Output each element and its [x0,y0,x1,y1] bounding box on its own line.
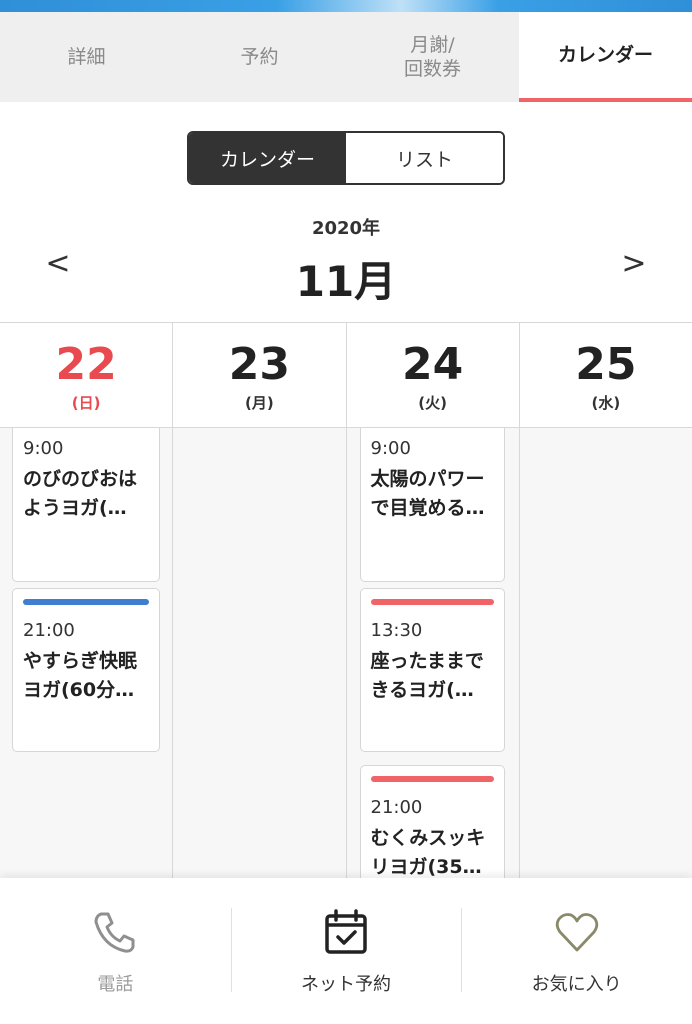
event-time: 13:30 [370,620,423,641]
net-booking-button[interactable]: ネット予約 [230,878,462,1024]
tab-calendar[interactable]: カレンダー [519,12,692,102]
event-card[interactable]: 9:00 のびのびおはようヨガ(… [12,428,160,582]
day-number: 23 [228,339,290,390]
tab-bar: 詳細 予約 月謝/ 回数券 カレンダー [0,12,692,102]
favorite-button[interactable]: お気に入り [461,878,692,1024]
event-card[interactable]: 21:00 やすらぎ快眠ヨガ(60分… [12,588,160,752]
event-name: 太陽のパワーで目覚める… [370,468,485,519]
day-header-22[interactable]: 22 (日) [0,323,174,427]
day-header-23[interactable]: 23 (月) [173,323,347,427]
day-column-25 [520,428,692,880]
calendar-view-button[interactable]: カレンダー [189,133,346,183]
event-time: 9:00 [370,438,411,459]
day-header-25[interactable]: 25 (水) [520,323,692,427]
tab-details-label: 詳細 [67,46,106,68]
tab-reserve-label: 予約 [240,46,279,68]
event-name: むくみスッキリヨガ(35… [370,827,486,878]
day-header-24[interactable]: 24 (火) [347,323,520,427]
event-color-bar [370,776,494,782]
event-time: 21:00 [23,620,75,641]
header-image-strip [0,0,692,12]
day-weekday: (月) [245,394,274,412]
day-weekday: (水) [591,394,621,412]
event-time: 9:00 [23,438,64,459]
phone-button[interactable]: 電話 [0,878,231,1024]
tab-calendar-label: カレンダー [557,44,653,66]
bottom-nav: 電話 ネット予約 お気に入り [0,878,692,1024]
event-card[interactable]: 9:00 太陽のパワーで目覚める… [359,428,505,582]
heart-icon [555,913,598,952]
day-column-22: 9:00 のびのびおはようヨガ(… 21:00 やすらぎ快眠ヨガ(60分… [0,428,174,880]
day-number: 22 [55,339,117,390]
event-time: 21:00 [370,797,423,818]
favorite-label: お気に入り [531,974,622,995]
event-color-bar [370,599,494,605]
tab-tickets[interactable]: 月謝/ 回数券 [346,12,519,102]
list-view-button[interactable]: リスト [346,133,503,183]
tab-reserve[interactable]: 予約 [173,12,346,102]
day-column-24: 9:00 太陽のパワーで目覚める… 13:30 座ったままできるヨガ(… 21:… [347,428,520,880]
day-number: 24 [402,339,464,390]
tab-tickets-label-2: 回数券 [403,58,461,80]
day-header-row: 22 (日) 23 (月) 24 (火) 25 (水) [0,322,692,428]
event-card[interactable]: 21:00 むくみスッキリヨガ(35… [359,765,505,880]
month-label: 11月 [295,257,397,306]
calendar-check-icon [325,909,367,954]
event-name: 座ったままできるヨガ(… [370,650,484,701]
day-weekday: (火) [418,394,447,412]
event-name: やすらぎ快眠ヨガ(60分… [23,650,138,701]
phone-icon [94,912,135,953]
event-name: のびのびおはようヨガ(… [23,468,138,519]
view-toggle: カレンダー リスト [187,131,505,185]
day-weekday: (日) [71,394,101,412]
event-card[interactable]: 13:30 座ったままできるヨガ(… [359,588,505,752]
schedule-grid: 9:00 のびのびおはようヨガ(… 21:00 やすらぎ快眠ヨガ(60分… 9:… [0,428,692,880]
next-month-button[interactable]: > [614,246,654,281]
year-label: 2020年 [311,218,381,239]
tab-tickets-label-1: 月謝/ [410,34,455,56]
phone-label: 電話 [97,974,134,995]
day-number: 25 [575,339,637,390]
day-column-23 [173,428,347,880]
net-booking-label: ネット予約 [301,974,391,995]
tab-details[interactable]: 詳細 [0,12,173,102]
event-color-bar [23,599,149,605]
